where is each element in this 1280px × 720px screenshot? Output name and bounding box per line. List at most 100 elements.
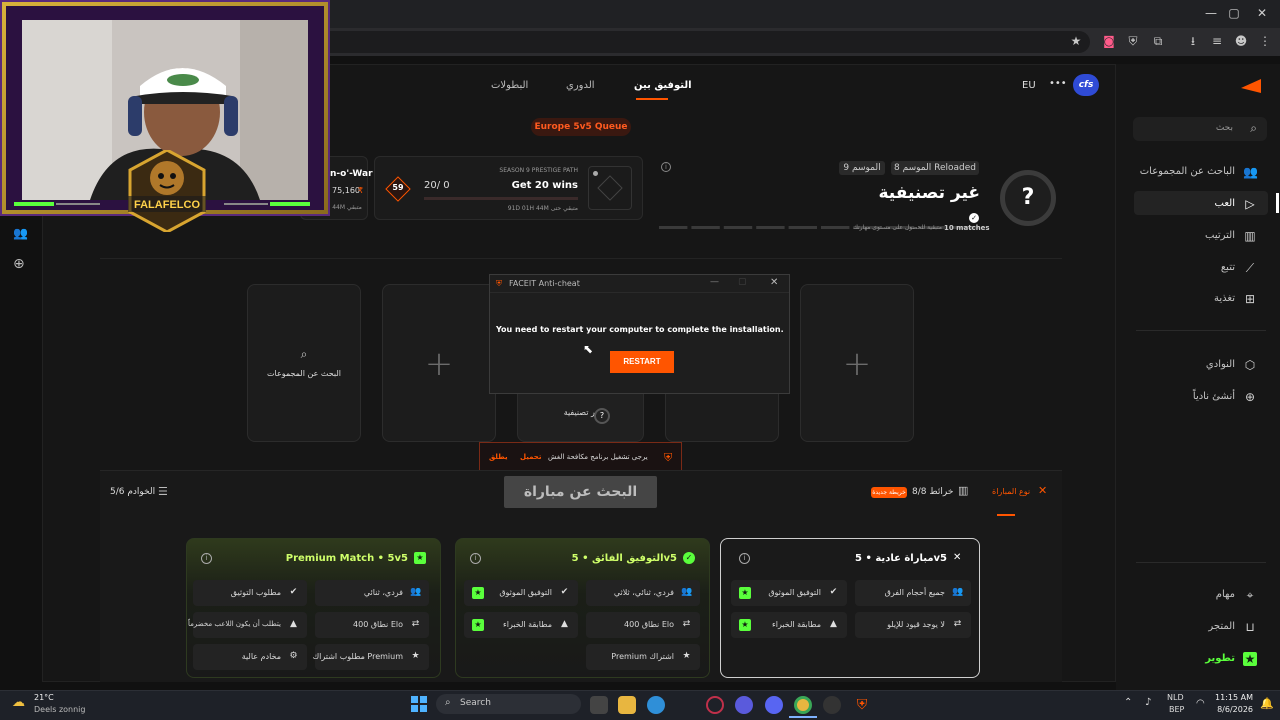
dialog-close-button[interactable]: ✕ — [770, 277, 778, 288]
sidebar-item-missions[interactable]: مهام — [1216, 589, 1235, 600]
close-window-button[interactable]: ✕ — [1252, 6, 1272, 22]
rank-progress-segment — [756, 226, 785, 229]
shield-extension-icon[interactable]: ⛨ — [1126, 34, 1140, 48]
mode-card-super[interactable]: i التوفيق الفائق • 5v5 ✓ 👥 فردي، ثنائي، ث… — [455, 538, 710, 678]
falafelco-logo-svg — [128, 148, 206, 234]
feed-icon: ⊞ — [1244, 292, 1256, 306]
left-challenge-points: 75,160 — [332, 186, 360, 195]
servers-selector[interactable]: الخوادم 5/6 — [110, 487, 155, 497]
invite-slot-3[interactable]: + — [800, 284, 914, 442]
edge-icon[interactable] — [647, 696, 665, 714]
launch-anticheat-link[interactable]: يطلق — [489, 453, 508, 461]
discord-icon[interactable] — [765, 696, 783, 714]
info-icon[interactable]: i — [661, 162, 671, 172]
sidebar-item-track[interactable]: تتبع — [1221, 262, 1235, 273]
github-icon[interactable] — [823, 696, 841, 714]
taskbar-search-label: Search — [460, 698, 491, 708]
invite-slot-1[interactable]: + — [382, 284, 496, 442]
premium-info-icon[interactable]: i — [201, 553, 212, 564]
tab-matchmaking[interactable]: التوفيق بين — [634, 80, 692, 91]
tray-chevron-icon[interactable]: ⌃ — [1124, 697, 1132, 708]
clock-time[interactable]: 11:15 AM — [1213, 693, 1253, 702]
clock-date[interactable]: 8/6/2026 — [1213, 705, 1253, 714]
team-icon: 👥 — [681, 587, 693, 597]
faceit-logo-svg — [1241, 79, 1261, 93]
chip-expert: ★ ▲ مطابقة الخبراء — [464, 612, 578, 638]
chip-text: جميع أحجام الفرق — [884, 588, 945, 597]
add-circle-icon[interactable]: ⊕ — [13, 256, 29, 272]
skill-level-badge[interactable]: ? — [1000, 170, 1056, 226]
sidebar-item-upgrade[interactable]: تطوير — [1205, 653, 1235, 664]
party-finder-label: البحث عن المجموعات — [267, 369, 341, 378]
chrome-icon[interactable] — [794, 696, 812, 714]
region-selector[interactable]: EU — [1022, 80, 1036, 91]
sidebar-search-input[interactable]: بحث ⌕ — [1133, 117, 1267, 141]
bookmark-star-icon[interactable]: ★ — [1069, 34, 1083, 48]
warning-shield-icon: ⛨ — [664, 451, 673, 464]
network-icon[interactable]: ◠ — [1196, 698, 1205, 709]
tab-league[interactable]: الدوري — [566, 80, 595, 91]
extension-icon[interactable]: ◙ — [1102, 34, 1116, 48]
language-indicator[interactable]: NLD — [1167, 693, 1184, 702]
microphone-icon[interactable]: ♪ — [1145, 697, 1151, 708]
minimize-button[interactable]: — — [1201, 6, 1221, 22]
keyboard-layout[interactable]: BEP — [1169, 705, 1184, 714]
media-player-icon[interactable] — [735, 696, 753, 714]
task-view-icon[interactable] — [590, 696, 608, 714]
sidebar-item-create-club[interactable]: أنشئ نادياً — [1193, 391, 1235, 402]
plus-icon: + — [842, 344, 872, 384]
windows-start-icon[interactable] — [410, 695, 428, 713]
match-type-icon: ✕ — [1038, 484, 1048, 497]
normal-info-icon[interactable]: i — [739, 553, 750, 564]
rank-up-icon: ▲ — [830, 619, 837, 629]
queue-badge[interactable]: Europe 5v5 Queue — [531, 118, 631, 136]
find-match-button[interactable]: البحث عن مباراة — [504, 476, 657, 508]
maps-selector[interactable]: خرائط 8/8 — [912, 487, 953, 497]
notifications-icon[interactable]: 🔔 — [1260, 697, 1274, 710]
sidebar-item-clubs[interactable]: النوادي — [1206, 359, 1235, 370]
maximize-button[interactable]: ▢ — [1224, 6, 1244, 22]
chip-text: يتطلب أن يكون اللاعب مخضرماً — [188, 620, 281, 628]
green-star-icon: ★ — [472, 587, 484, 599]
media-icon[interactable]: ≡ — [1210, 34, 1224, 48]
season-8-tag[interactable]: الموسم 8 Reloaded — [891, 161, 979, 175]
menu-kebab-icon[interactable]: ⋮ — [1258, 34, 1272, 48]
faceit-logo[interactable] — [1241, 78, 1261, 93]
mode-card-premium[interactable]: i Premium Match • 5v5 ★ 👥 فردي، ثنائي ✔ مط… — [186, 538, 441, 678]
user-avatar[interactable]: cfs — [1073, 74, 1099, 96]
play-icon: ▷ — [1245, 197, 1255, 211]
weather-desc[interactable]: Deels zonnig — [34, 705, 85, 714]
weather-temp[interactable]: 21°C — [34, 693, 54, 702]
puzzle-icon[interactable]: ⧉ — [1151, 34, 1165, 48]
download-icon[interactable]: ⭳ — [1186, 34, 1200, 48]
download-anticheat-link[interactable]: تحميل — [520, 453, 541, 461]
faceit-taskbar-icon[interactable]: ⛨ — [853, 696, 871, 714]
sidebar-item-shop[interactable]: المتجر — [1208, 621, 1235, 632]
more-menu-button[interactable]: ••• — [1049, 78, 1067, 89]
sidebar-item-party-finder[interactable]: الباحث عن المجموعات — [1140, 166, 1235, 177]
weather-icon[interactable]: ☁ — [12, 695, 30, 711]
mode-card-normal[interactable]: i مباراة عادية • 5v5 ✕ 👥 جميع أحجام الفرق… — [720, 538, 980, 678]
normal-mode-icon: ✕ — [953, 552, 962, 563]
challenge-progress-bar — [424, 197, 578, 200]
sidebar-item-play[interactable]: العب — [1215, 198, 1235, 209]
dialog-minimize-button[interactable]: — — [710, 277, 719, 287]
opera-icon[interactable] — [706, 696, 724, 714]
taskbar-search[interactable]: ⌕ Search — [436, 694, 581, 714]
green-star-icon: ★ — [739, 587, 751, 599]
match-type-selector[interactable]: نوع المباراة — [992, 487, 1030, 496]
restart-button[interactable]: RESTART — [610, 351, 674, 373]
file-explorer-icon[interactable] — [618, 696, 636, 714]
party-finder-slot[interactable]: ⌕ البحث عن المجموعات — [247, 284, 361, 442]
super-info-icon[interactable]: i — [470, 553, 481, 564]
sidebar-divider — [1136, 330, 1266, 331]
sidebar-item-ranking[interactable]: الترتيب — [1205, 230, 1235, 241]
address-bar[interactable] — [320, 31, 1090, 53]
friends-icon[interactable]: 👥 — [13, 226, 29, 242]
season-9-tag[interactable]: الموسم 9 — [839, 161, 885, 175]
tab-tournaments[interactable]: البطولات — [491, 80, 528, 91]
profile-icon[interactable]: ☻ — [1234, 34, 1248, 48]
sidebar-item-feed[interactable]: تغذية — [1214, 293, 1235, 304]
windows-logo-svg — [411, 696, 427, 712]
rank-progress-segment — [659, 226, 688, 229]
